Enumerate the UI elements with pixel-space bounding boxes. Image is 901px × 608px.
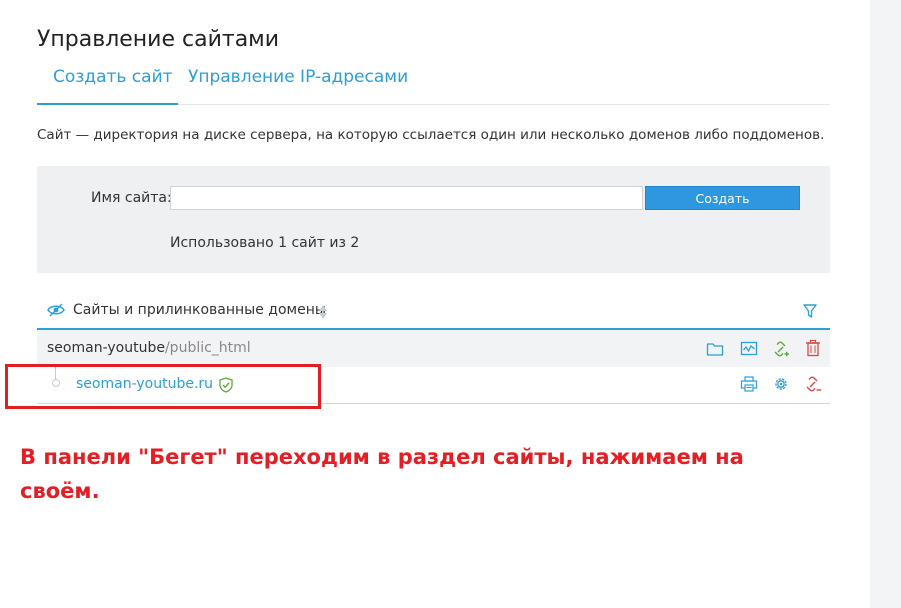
- site-row[interactable]: seoman-youtube/public_html: [37, 330, 830, 367]
- create-site-panel: Имя сайта: Создать Использовано 1 сайт и…: [37, 166, 830, 273]
- monitor-icon[interactable]: [740, 340, 758, 358]
- site-subpath: /public_html: [164, 340, 251, 356]
- page-title: Управление сайтами: [37, 26, 280, 52]
- sort-icon[interactable]: [318, 304, 328, 320]
- eye-icon[interactable]: [47, 303, 65, 317]
- printer-icon[interactable]: [740, 375, 758, 393]
- highlight-box: [5, 364, 321, 409]
- folder-icon[interactable]: [706, 340, 724, 358]
- right-sidebar-strip: [870, 0, 901, 608]
- unlink-icon[interactable]: [804, 375, 822, 393]
- trash-icon[interactable]: [804, 339, 822, 357]
- site-name-input[interactable]: [170, 186, 643, 210]
- sites-header-label: Сайты и прилинкованные домены: [73, 302, 326, 318]
- site-name-label: Имя сайта:: [91, 190, 172, 206]
- active-tab-indicator: [37, 103, 178, 105]
- sites-table-header: Сайты и прилинкованные домены: [37, 296, 830, 330]
- create-button[interactable]: Создать: [645, 186, 800, 210]
- tab-create-site[interactable]: Создать сайт: [53, 67, 173, 87]
- site-name: seoman-youtube: [47, 340, 165, 356]
- site-path[interactable]: seoman-youtube/public_html: [47, 340, 251, 356]
- usage-text: Использовано 1 сайт из 2: [170, 235, 360, 251]
- gear-icon[interactable]: [772, 375, 790, 393]
- site-description: Сайт — директория на диске сервера, на к…: [37, 127, 825, 143]
- filter-icon[interactable]: [803, 303, 817, 319]
- tab-bar: Создать сайт Управление IP-адресами: [37, 60, 830, 105]
- annotation-text: В панели "Бегет" переходим в раздел сайт…: [20, 445, 744, 503]
- tab-ip-management[interactable]: Управление IP-адресами: [188, 67, 408, 87]
- link-add-icon[interactable]: [772, 340, 790, 358]
